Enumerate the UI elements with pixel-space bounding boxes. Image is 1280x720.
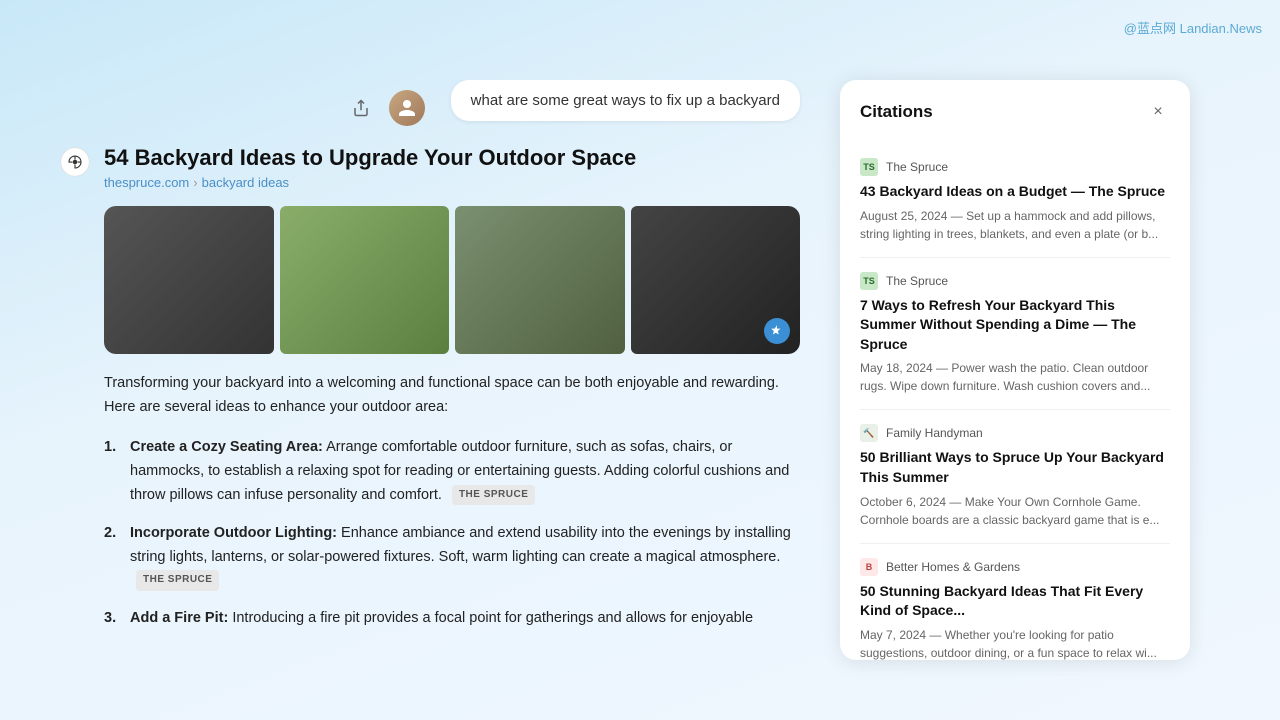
response-title: 54 Backyard Ideas to Upgrade Your Outdoo… [104,145,800,171]
app-container: what are some great ways to fix up a bac… [0,0,1280,720]
source-path: backyard ideas [202,175,289,190]
list-number: 2. [104,522,116,546]
source-name: The Spruce [886,160,948,174]
list-item: 1. Create a Cozy Seating Area: Arrange c… [104,436,800,508]
list-item: 3. Add a Fire Pit: Introducing a fire pi… [104,607,800,631]
close-citations-button[interactable]: × [1146,100,1170,124]
source-favicon: TS [860,158,878,176]
source-badge: THE SPRUCE [452,485,535,506]
citation-title: 43 Backyard Ideas on a Budget — The Spru… [860,182,1170,202]
citations-title: Citations [860,102,933,122]
backyard-image-3 [455,206,625,354]
source-name: Family Handyman [886,426,983,440]
citation-item[interactable]: 🔨 Family Handyman 50 Brilliant Ways to S… [860,410,1170,543]
citation-item[interactable]: TS The Spruce 7 Ways to Refresh Your Bac… [860,258,1170,411]
list-number: 1. [104,436,116,460]
backyard-image-2 [280,206,450,354]
smart-result-icon [764,318,790,344]
source-name: Better Homes & Gardens [886,560,1020,574]
user-message-container: what are some great ways to fix up a bac… [60,80,800,121]
citation-title: 50 Brilliant Ways to Spruce Up Your Back… [860,448,1170,487]
source-favicon: 🔨 [860,424,878,442]
citation-snippet: October 6, 2024 — Make Your Own Cornhole… [860,493,1170,529]
citation-source: TS The Spruce [860,272,1170,290]
source-domain: thespruce.com [104,175,189,190]
user-message: what are some great ways to fix up a bac… [451,80,800,121]
citations-header: Citations × [860,100,1170,124]
ai-icon [60,147,90,177]
chat-area: what are some great ways to fix up a bac… [0,80,840,720]
response-list: 1. Create a Cozy Seating Area: Arrange c… [104,436,800,631]
response-content: 54 Backyard Ideas to Upgrade Your Outdoo… [104,145,800,645]
response-source[interactable]: thespruce.com › backyard ideas [104,175,800,190]
citation-snippet: May 7, 2024 — Whether you're looking for… [860,626,1170,660]
citation-source: 🔨 Family Handyman [860,424,1170,442]
source-separator: › [193,175,197,190]
list-text: Introducing a fire pit provides a focal … [232,610,753,626]
response-intro: Transforming your backyard into a welcom… [104,372,800,420]
citation-item[interactable]: B Better Homes & Gardens 50 Stunning Bac… [860,544,1170,660]
list-item: 2. Incorporate Outdoor Lighting: Enhance… [104,522,800,594]
list-heading: Incorporate Outdoor Lighting: [130,525,337,541]
list-number: 3. [104,607,116,631]
citation-source: B Better Homes & Gardens [860,558,1170,576]
citation-title: 50 Stunning Backyard Ideas That Fit Ever… [860,582,1170,621]
watermark: @蓝点网 Landian.News [1124,18,1262,37]
image-grid [104,206,800,354]
citations-panel: Citations × TS The Spruce 43 Backyard Id… [840,80,1190,660]
source-favicon: TS [860,272,878,290]
citation-snippet: May 18, 2024 — Power wash the patio. Cle… [860,359,1170,395]
list-heading: Create a Cozy Seating Area: [130,439,323,455]
list-heading: Add a Fire Pit: [130,610,228,626]
citation-source: TS The Spruce [860,158,1170,176]
ai-response: 54 Backyard Ideas to Upgrade Your Outdoo… [60,145,800,645]
citation-title: 7 Ways to Refresh Your Backyard This Sum… [860,296,1170,355]
citation-item[interactable]: TS The Spruce 43 Backyard Ideas on a Bud… [860,144,1170,258]
backyard-image-1 [104,206,274,354]
source-badge: THE SPRUCE [136,570,219,591]
source-favicon: B [860,558,878,576]
source-name: The Spruce [886,274,948,288]
citation-snippet: August 25, 2024 — Set up a hammock and a… [860,207,1170,243]
